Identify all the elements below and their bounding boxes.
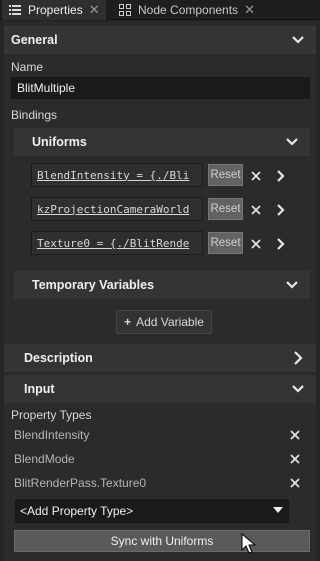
chevron-right-icon[interactable] (274, 203, 288, 217)
close-icon[interactable]: ✕ (244, 2, 255, 18)
chevron-right-icon (294, 351, 303, 365)
remove-property-type-button[interactable] (288, 428, 302, 442)
close-icon (290, 430, 300, 440)
plus-icon: + (124, 315, 132, 329)
list-icon (8, 3, 22, 17)
section-title: Temporary Variables (32, 278, 155, 292)
property-type-name: BlitRenderPass.Texture0 (14, 476, 147, 490)
close-icon (290, 478, 300, 488)
close-icon (290, 454, 300, 464)
remove-property-type-button[interactable] (288, 476, 302, 490)
reset-button[interactable]: Reset (208, 232, 243, 254)
property-type-name: BlendMode (14, 452, 75, 466)
close-icon (251, 239, 261, 249)
chevron-right-icon[interactable] (274, 169, 288, 183)
tab-properties-label: Properties (28, 3, 83, 17)
sync-with-uniforms-button[interactable]: Sync with Uniforms (14, 530, 310, 552)
chevron-down-icon (292, 385, 304, 393)
section-input-header[interactable]: Input (4, 375, 316, 403)
dropdown-value: <Add Property Type> (20, 504, 134, 518)
caret-down-icon (273, 507, 283, 513)
tab-properties[interactable]: Properties ✕ (2, 0, 106, 20)
name-label: Name (11, 60, 44, 74)
section-general-header[interactable]: General (4, 26, 316, 54)
property-types-label: Property Types (11, 408, 92, 422)
section-title: Description (24, 351, 93, 365)
tab-node-components-label: Node Components (138, 3, 239, 17)
binding-expression[interactable]: kzProjectionCameraWorld (31, 197, 203, 221)
section-uniforms-header[interactable]: Uniforms (14, 128, 310, 156)
reset-button[interactable]: Reset (208, 198, 243, 220)
section-temporary-variables-header[interactable]: Temporary Variables (14, 271, 310, 299)
property-type-item: BlitRenderPass.Texture0 (14, 474, 302, 492)
components-icon (118, 3, 132, 17)
name-input[interactable]: BlitMultiple (11, 77, 310, 99)
tab-node-components[interactable]: Node Components ✕ (112, 0, 260, 20)
property-type-item: BlendIntensity (14, 426, 302, 444)
properties-panel: General Name BlitMultiple Bindings Unifo… (4, 22, 316, 561)
add-variable-label: Add Variable (136, 315, 204, 329)
bindings-label: Bindings (11, 108, 58, 122)
binding-expression[interactable]: Texture0 = {./BlitRende (31, 231, 203, 255)
property-type-name: BlendIntensity (14, 428, 90, 442)
reset-button[interactable]: Reset (208, 164, 243, 186)
remove-binding-button[interactable] (249, 169, 263, 183)
close-icon (251, 171, 261, 181)
chevron-right-icon[interactable] (274, 237, 288, 251)
tab-bar: Properties ✕ Node Components ✕ (0, 0, 320, 20)
add-property-type-dropdown[interactable]: <Add Property Type> (15, 499, 289, 523)
section-description-header[interactable]: Description (4, 344, 316, 372)
close-icon[interactable]: ✕ (89, 2, 100, 18)
remove-binding-button[interactable] (249, 237, 263, 251)
close-icon (251, 205, 261, 215)
chevron-down-icon (292, 36, 304, 44)
chevron-down-icon (286, 138, 298, 146)
binding-expression[interactable]: BlendIntensity = {./Bli (31, 163, 203, 187)
section-title: Uniforms (32, 135, 87, 149)
mouse-cursor-icon (241, 533, 257, 554)
chevron-down-icon (286, 281, 298, 289)
section-title: General (11, 33, 58, 47)
remove-property-type-button[interactable] (288, 452, 302, 466)
add-variable-button[interactable]: + Add Variable (116, 310, 212, 334)
section-title: Input (24, 382, 55, 396)
property-type-item: BlendMode (14, 450, 302, 468)
remove-binding-button[interactable] (249, 203, 263, 217)
